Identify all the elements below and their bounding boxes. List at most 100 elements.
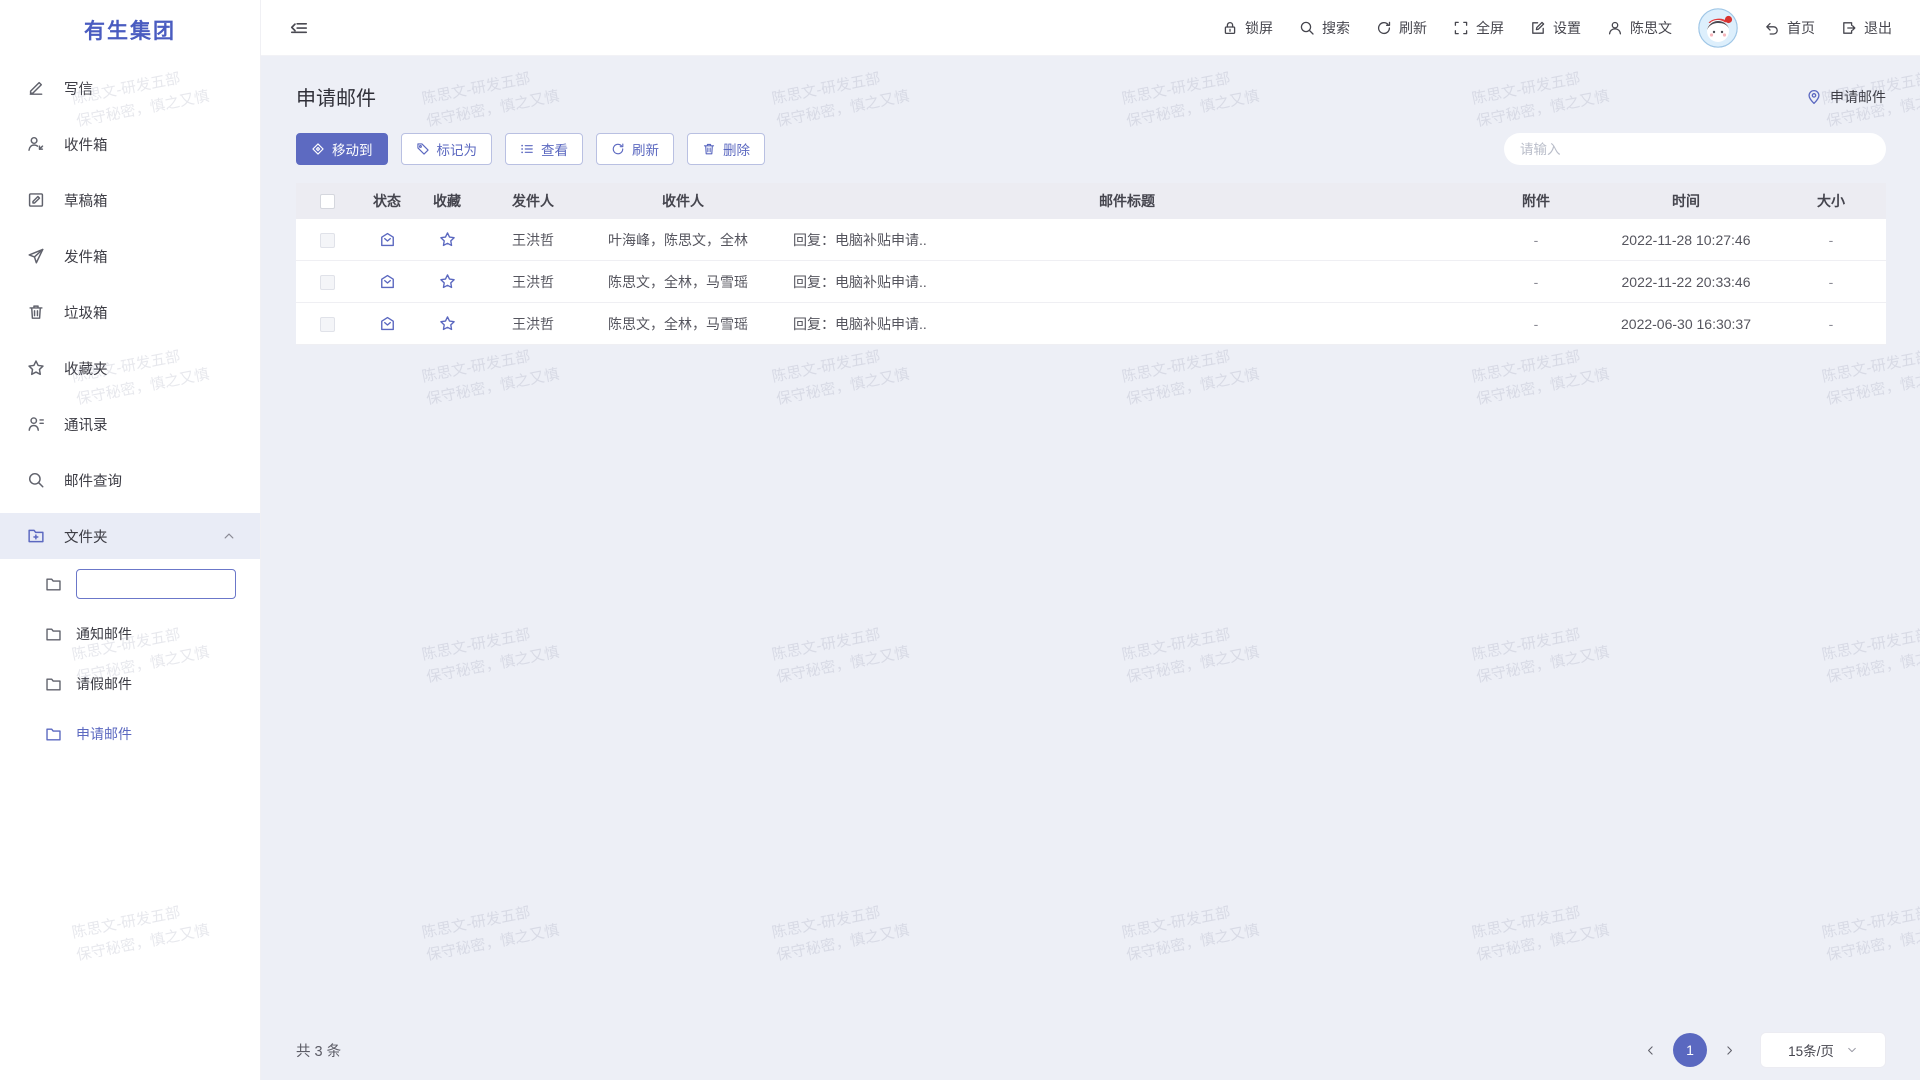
mail-row[interactable]: 王洪哲陈思文，全林，马雪瑶回复：电脑补贴申请..-2022-11-22 20:3… [296, 261, 1886, 303]
topbar-action-label: 陈思文 [1630, 18, 1672, 38]
column-header-recipients: 收件人 [588, 191, 778, 211]
cell-time: 2022-11-28 10:27:46 [1596, 232, 1776, 248]
sidebar-item-label: 邮件查询 [64, 470, 122, 491]
folder-item-label: 通知邮件 [76, 624, 132, 644]
logout-label: 退出 [1864, 18, 1892, 38]
avatar[interactable] [1698, 8, 1738, 48]
move-icon [311, 142, 325, 156]
cell-time: 2022-06-30 16:30:37 [1596, 316, 1776, 332]
cell-sender: 王洪哲 [478, 272, 588, 292]
page-number[interactable]: 1 [1673, 1033, 1707, 1067]
sidebar-item[interactable]: 垃圾箱 [0, 284, 260, 340]
folder-item[interactable]: 请假邮件 [0, 659, 260, 709]
topbar-action-user[interactable]: 陈思文 [1607, 18, 1672, 38]
toolbar-button-label: 标记为 [437, 139, 478, 159]
cell-recipients: 陈思文，全林，马雪瑶 [588, 272, 778, 292]
cell-attachment: - [1476, 274, 1596, 290]
breadcrumb-label: 申请邮件 [1830, 87, 1886, 107]
topbar-action-label: 刷新 [1399, 18, 1427, 38]
column-header-time: 时间 [1596, 191, 1776, 211]
logout-button[interactable]: 退出 [1841, 18, 1892, 38]
chevron-right-icon[interactable] [1723, 1044, 1736, 1057]
topbar-action-label: 设置 [1553, 18, 1581, 38]
toolbar-button[interactable]: 标记为 [401, 133, 493, 165]
column-header-favorite: 收藏 [416, 191, 478, 211]
trash-icon [702, 142, 716, 156]
pencil-icon [27, 79, 45, 97]
sidebar-item[interactable]: 收件箱 [0, 116, 260, 172]
sidebar: 有生集团 写信收件箱草稿箱发件箱垃圾箱收藏夹通讯录邮件查询 文件夹 通知邮件请假… [0, 0, 261, 1080]
user-icon [1607, 20, 1623, 36]
sidebar-item-folders[interactable]: 文件夹 [0, 513, 260, 559]
refresh-icon [611, 142, 625, 156]
mail-row[interactable]: 王洪哲叶海峰，陈思文，全林回复：电脑补贴申请..-2022-11-28 10:2… [296, 219, 1886, 261]
toolbar-button[interactable]: 刷新 [596, 133, 674, 165]
sidebar-item[interactable]: 收藏夹 [0, 340, 260, 396]
cell [296, 315, 358, 332]
sidebar-item[interactable]: 发件箱 [0, 228, 260, 284]
chevron-up-icon[interactable] [222, 529, 236, 543]
app-root: 有生集团 写信收件箱草稿箱发件箱垃圾箱收藏夹通讯录邮件查询 文件夹 通知邮件请假… [0, 0, 1920, 1080]
sidebar-item-label: 草稿箱 [64, 190, 108, 211]
toolbar-button-label: 查看 [541, 139, 568, 159]
topbar: 锁屏 搜索 刷新 全屏 设置 陈思文 首页 [261, 0, 1920, 56]
row-checkbox[interactable] [320, 233, 335, 248]
cell-time: 2022-11-22 20:33:46 [1596, 274, 1776, 290]
favorite-star-icon[interactable] [439, 315, 456, 332]
row-checkbox[interactable] [320, 275, 335, 290]
breadcrumb[interactable]: 申请邮件 [1806, 87, 1886, 107]
column-header-size: 大小 [1776, 191, 1886, 211]
topbar-action-label: 锁屏 [1245, 18, 1273, 38]
new-folder-input[interactable] [76, 569, 236, 599]
favorite-star-icon[interactable] [439, 273, 456, 290]
page-size-select[interactable]: 15条/页 [1760, 1032, 1886, 1068]
sidebar-item[interactable]: 通讯录 [0, 396, 260, 452]
inbox-icon [27, 135, 45, 153]
cell-sender: 王洪哲 [478, 230, 588, 250]
cell [296, 273, 358, 290]
cell-size: - [1776, 316, 1886, 332]
new-folder-row [0, 559, 260, 609]
topbar-action-refresh[interactable]: 刷新 [1376, 18, 1427, 38]
toolbar: 移动到 标记为 查看 刷新删除 [261, 111, 1920, 165]
brand-logo: 有生集团 [0, 0, 260, 60]
folder-icon [45, 726, 62, 743]
topbar-action-search[interactable]: 搜索 [1299, 18, 1350, 38]
row-checkbox[interactable] [320, 317, 335, 332]
topbar-action-fullscreen[interactable]: 全屏 [1453, 18, 1504, 38]
mail-row[interactable]: 王洪哲陈思文，全林，马雪瑶回复：电脑补贴申请..-2022-06-30 16:3… [296, 303, 1886, 345]
cell [358, 315, 416, 333]
folder-item[interactable]: 申请邮件 [0, 709, 260, 759]
cell [416, 315, 478, 333]
mail-open-icon [379, 273, 396, 290]
page-head: 申请邮件 申请邮件 [261, 56, 1920, 111]
topbar-action-lock[interactable]: 锁屏 [1222, 18, 1273, 38]
sidebar-item-label: 写信 [64, 78, 93, 99]
pin-icon [1806, 89, 1822, 105]
sidebar-item-label: 收件箱 [64, 134, 108, 155]
cell-recipients: 叶海峰，陈思文，全林 [588, 230, 778, 250]
chevron-left-icon[interactable] [1644, 1044, 1657, 1057]
topbar-action-edit[interactable]: 设置 [1530, 18, 1581, 38]
sidebar-nav: 写信收件箱草稿箱发件箱垃圾箱收藏夹通讯录邮件查询 [0, 60, 260, 508]
sidebar-item[interactable]: 邮件查询 [0, 452, 260, 508]
column-header-status: 状态 [358, 191, 416, 211]
folder-icon [45, 576, 62, 593]
favorite-star-icon[interactable] [439, 231, 456, 248]
home-button[interactable]: 首页 [1764, 18, 1815, 38]
cell [416, 273, 478, 291]
sidebar-item-label: 通讯录 [64, 414, 108, 435]
toolbar-button[interactable]: 删除 [687, 133, 765, 165]
select-all-checkbox[interactable] [320, 194, 335, 209]
sidebar-item[interactable]: 写信 [0, 60, 260, 116]
sidebar-item[interactable]: 草稿箱 [0, 172, 260, 228]
edit-icon [1530, 20, 1546, 36]
move-to-button[interactable]: 移动到 [296, 133, 388, 165]
folder-item[interactable]: 通知邮件 [0, 609, 260, 659]
search-input[interactable] [1504, 133, 1886, 165]
toolbar-button[interactable]: 查看 [505, 133, 583, 165]
cell-attachment: - [1476, 316, 1596, 332]
mail-open-icon [379, 315, 396, 332]
menu-fold-icon[interactable] [289, 18, 309, 38]
toolbar-buttons: 移动到 标记为 查看 刷新删除 [296, 133, 765, 165]
